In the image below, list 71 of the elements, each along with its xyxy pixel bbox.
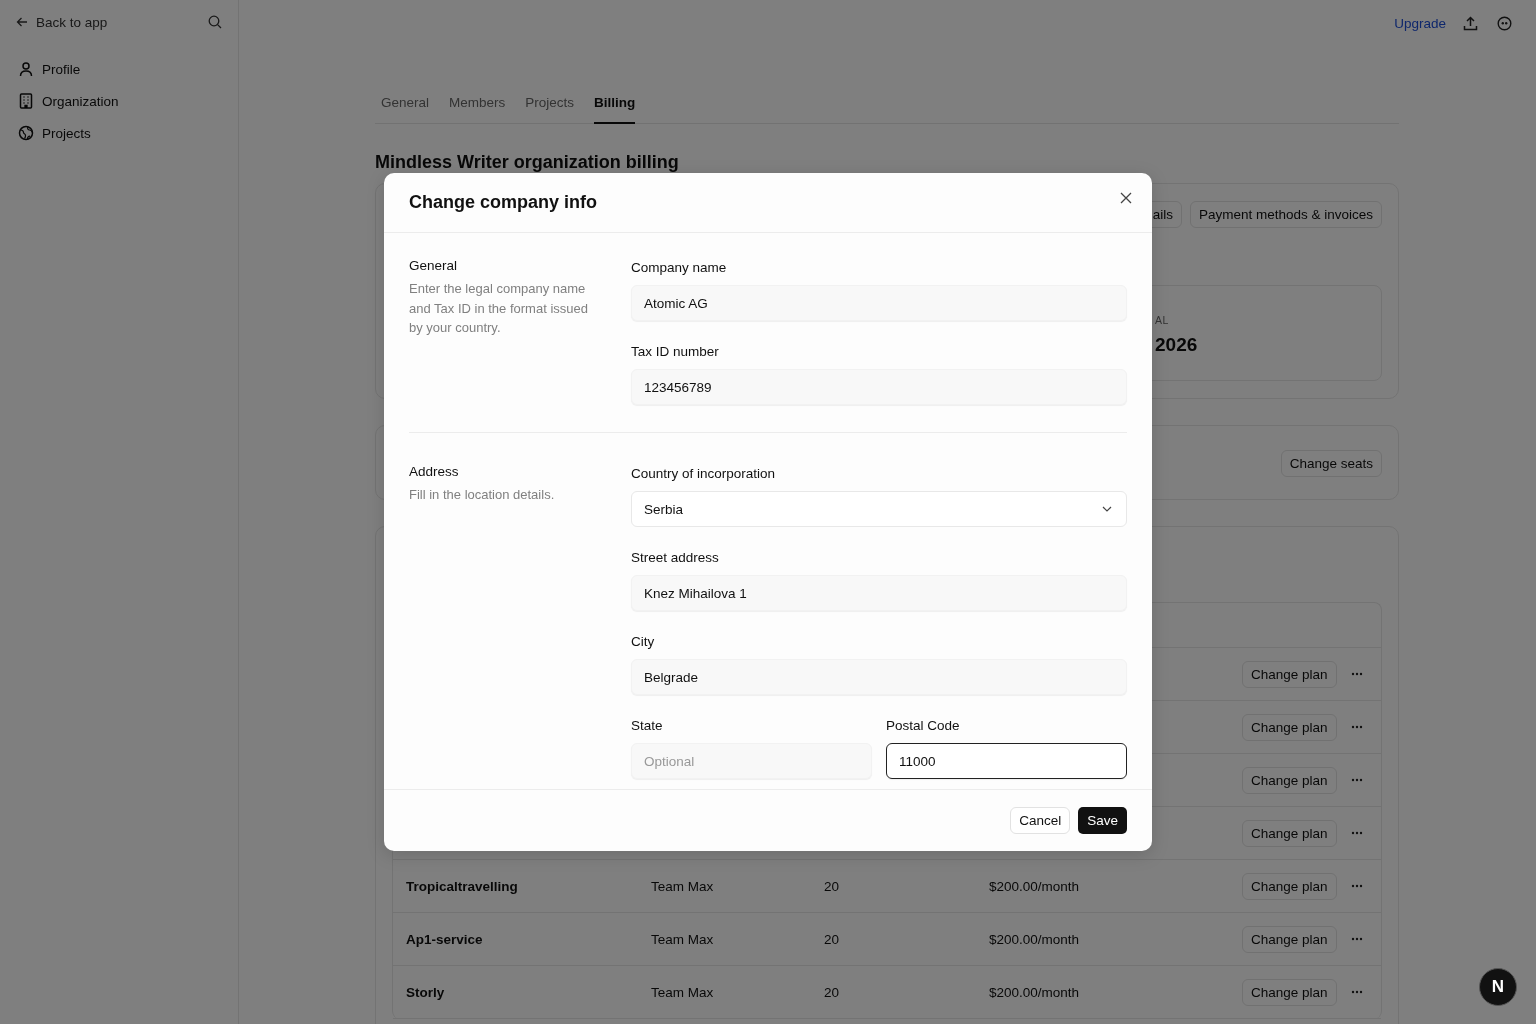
section-title: Address [409,464,460,479]
input-field[interactable]: Belgrade [631,659,1127,695]
table-cell: Storly [406,984,445,1000]
dialog-title: Change company info [409,192,597,213]
tab[interactable]: Members [449,88,506,124]
person-icon [18,61,34,77]
change-plan-button[interactable]: Change plan [1242,713,1337,741]
change-seats-button[interactable]: Change seats [1280,450,1382,477]
more-icon[interactable] [1350,990,1363,994]
field-label: State [631,718,664,733]
more-icon[interactable] [1350,884,1363,888]
more-icon[interactable] [1350,672,1363,676]
input-field[interactable]: 11000 [886,743,1127,779]
section-description: Enter the legal company name and Tax ID in the format issued by your country. [409,280,589,337]
tab[interactable]: Projects [525,88,575,124]
arrow-left-icon [16,16,28,28]
building-icon [18,93,34,109]
country-dropdown[interactable]: Serbia [631,491,1127,527]
table-cell: 20 [824,984,840,1000]
upgrade-link[interactable]: Upgrade [1394,15,1446,31]
change-plan-button[interactable]: Change plan [1242,925,1337,953]
table-cell: 20 [824,931,840,947]
section-title: General [409,258,459,273]
table-cell: $200.00/month [989,878,1080,894]
more-icon[interactable] [1350,725,1363,729]
more-icon[interactable] [1350,937,1363,941]
more-icon[interactable] [1350,778,1363,782]
renewal-label: AL [1155,314,1170,326]
table-cell: Team Max [651,931,714,947]
face-icon[interactable] [1497,15,1512,31]
section-description: Fill in the location details. [409,486,556,504]
change-plan-button[interactable]: Change plan [1242,978,1337,1006]
table-cell: Ap1-service [406,931,483,947]
sidebar-item[interactable]: Projects [18,122,222,144]
field-label: Company name [631,260,728,275]
field-label: Postal Code [886,718,961,733]
cancel-button[interactable]: Cancel [1010,807,1071,834]
page-heading: Mindless Writer organization billing [375,152,680,173]
table-cell: $200.00/month [989,931,1080,947]
table-cell: Team Max [651,878,714,894]
table-cell: $200.00/month [989,984,1080,1000]
close-icon[interactable] [1120,192,1132,204]
change-plan-button[interactable]: Change plan [1242,819,1337,847]
logo-badge[interactable]: N [1479,968,1517,1006]
field-label: Country of incorporation [631,466,777,481]
tab[interactable]: Billing [594,88,636,124]
input-field[interactable]: 123456789 [631,369,1127,405]
input-field[interactable]: Optional [631,743,872,779]
field-label: Street address [631,550,720,565]
back-link[interactable]: Back to app [16,14,108,30]
change-plan-button[interactable]: Change plan [1242,872,1337,900]
input-field[interactable]: Knez Mihailova 1 [631,575,1127,611]
change-plan-button[interactable]: Change plan [1242,660,1337,688]
table-cell: Team Max [651,984,714,1000]
input-field[interactable]: Atomic AG [631,285,1127,321]
search-icon[interactable] [208,15,222,29]
sidebar-item[interactable]: Organization [18,90,222,112]
renewal-value: 2026 [1155,334,1199,356]
table-cell: 20 [824,878,840,894]
change-plan-button[interactable]: Change plan [1242,766,1337,794]
globe-icon [18,125,34,141]
save-button[interactable]: Save [1078,807,1127,834]
tab[interactable]: General [381,88,430,124]
field-label: Tax ID number [631,344,720,359]
more-icon[interactable] [1350,831,1363,835]
field-label: City [631,634,656,649]
table-cell: Tropicaltravelling [406,878,518,894]
card-button[interactable]: Payment methods & invoices [1189,201,1382,228]
upload-icon[interactable] [1463,15,1478,31]
chevron-down-icon [1102,506,1112,512]
sidebar-item[interactable]: Profile [18,58,222,80]
